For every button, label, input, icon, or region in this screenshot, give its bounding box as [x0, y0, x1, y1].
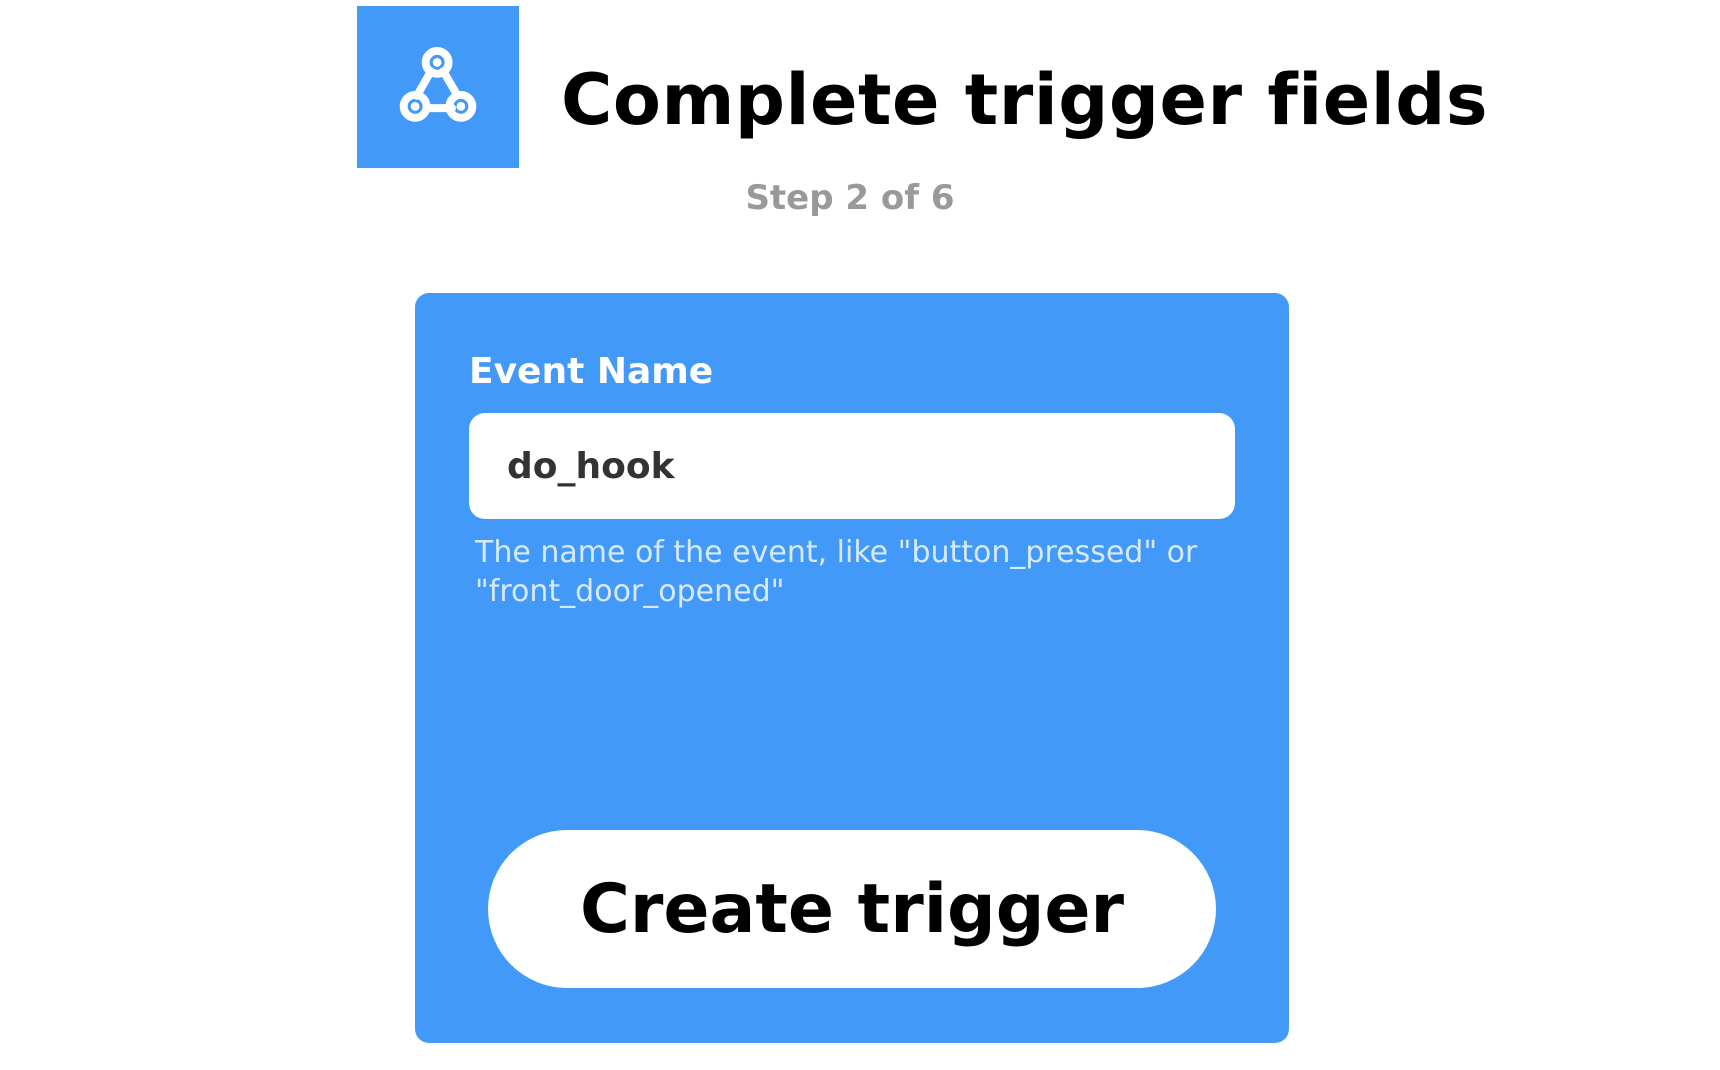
- trigger-fields-card: Event Name The name of the event, like "…: [415, 293, 1289, 1043]
- create-trigger-button[interactable]: Create trigger: [488, 830, 1216, 988]
- webhooks-glyph: [399, 46, 477, 122]
- event-name-label: Event Name: [469, 351, 714, 392]
- event-name-help-text: The name of the event, like "button_pres…: [475, 535, 1198, 609]
- event-name-input[interactable]: [469, 413, 1235, 519]
- webhooks-icon: [357, 6, 519, 168]
- page-title: Complete trigger fields: [561, 59, 1489, 141]
- step-indicator: Step 2 of 6: [745, 178, 955, 218]
